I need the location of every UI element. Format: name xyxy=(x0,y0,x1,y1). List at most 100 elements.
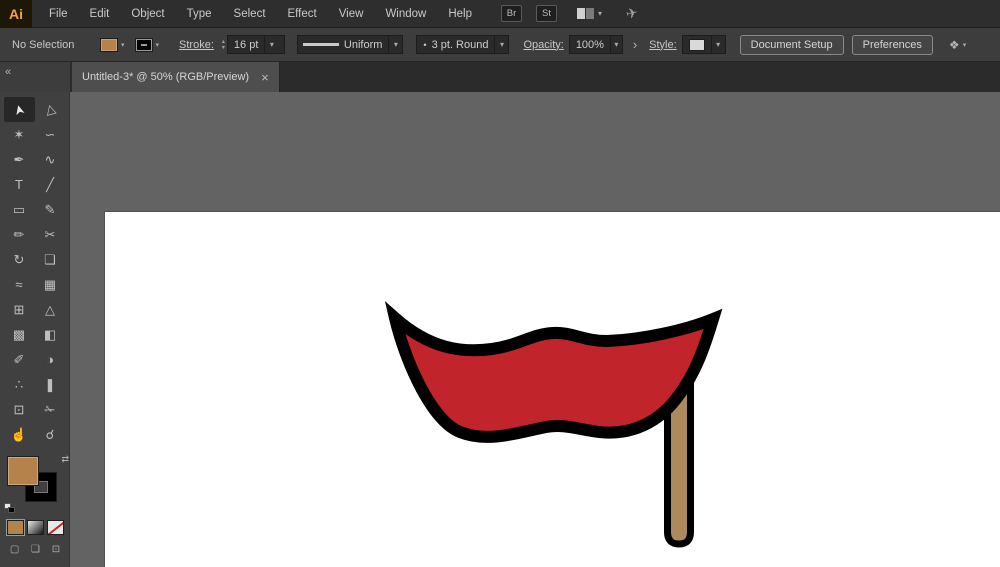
symbol-sprayer-tool[interactable]: ∴ xyxy=(4,372,35,397)
gradient-button[interactable] xyxy=(27,520,44,535)
stroke-weight-value[interactable]: 16 pt xyxy=(228,36,264,53)
document-tab[interactable]: Untitled-3* @ 50% (RGB/Preview) × xyxy=(72,62,280,92)
magic-wand-tool-icon: ✶ xyxy=(14,127,25,143)
stock-button[interactable]: St xyxy=(536,5,557,22)
draw-behind-icon[interactable]: ❏ xyxy=(31,544,40,555)
brush-chevron-icon[interactable]: ▾ xyxy=(494,36,508,53)
menu-type[interactable]: Type xyxy=(176,0,223,28)
pen-tool[interactable]: ✒ xyxy=(4,147,35,172)
stroke-panel-link[interactable]: Stroke: xyxy=(179,39,214,51)
tab-close-icon[interactable]: × xyxy=(261,70,269,85)
recolor-chevron-icon[interactable]: ▾ xyxy=(963,41,967,49)
slice-tool[interactable]: ✁ xyxy=(35,397,66,422)
magic-wand-tool[interactable]: ✶ xyxy=(4,122,35,147)
scale-tool[interactable]: ❏ xyxy=(35,247,66,272)
paintbrush-tool-icon: ✎ xyxy=(45,202,56,218)
stroke-color-swatch[interactable] xyxy=(135,38,153,52)
recolor-artwork-icon[interactable]: ❖ xyxy=(949,38,960,52)
slice-tool-icon: ✁ xyxy=(45,402,56,418)
style-chevron-icon[interactable]: ▾ xyxy=(711,36,725,53)
fill-chevron-icon[interactable]: ▾ xyxy=(121,41,125,49)
color-mode-buttons xyxy=(7,520,64,535)
canvas-pasteboard[interactable] xyxy=(70,92,1000,567)
line-segment-tool-icon: ╱ xyxy=(46,177,54,193)
style-dropdown[interactable]: ▾ xyxy=(682,35,726,54)
selection-status: No Selection xyxy=(12,39,86,51)
workspace-chevron-icon[interactable]: ▾ xyxy=(598,9,602,18)
menu-effect[interactable]: Effect xyxy=(277,0,328,28)
opacity-chevron-icon[interactable]: ▾ xyxy=(610,36,622,53)
fill-indicator[interactable] xyxy=(7,456,39,486)
stroke-chevron-icon[interactable]: ▾ xyxy=(156,41,160,49)
eyedropper-tool[interactable]: ✐ xyxy=(4,347,35,372)
stroke-color-control[interactable]: ▾ xyxy=(135,38,160,52)
perspective-grid-tool[interactable]: △ xyxy=(35,297,66,322)
brush-definition-dropdown[interactable]: • 3 pt. Round ▾ xyxy=(416,35,509,54)
column-graph-tool[interactable]: ❚ xyxy=(35,372,66,397)
color-button[interactable] xyxy=(7,520,24,535)
menu-file[interactable]: File xyxy=(38,0,79,28)
none-button[interactable] xyxy=(47,520,64,535)
rectangle-tool[interactable]: ▭ xyxy=(4,197,35,222)
swap-fill-stroke-icon[interactable]: ⇄ xyxy=(61,454,69,465)
width-profile-dropdown[interactable]: Uniform ▾ xyxy=(297,35,404,54)
opacity-field[interactable]: 100% ▾ xyxy=(569,35,623,54)
fill-color-control[interactable]: ▾ xyxy=(100,38,125,52)
app-logo: Ai xyxy=(0,0,32,28)
stroke-weight-dropdown-icon[interactable]: ▾ xyxy=(264,36,278,53)
document-setup-button[interactable]: Document Setup xyxy=(740,35,844,55)
artboard-tool[interactable]: ⊡ xyxy=(4,397,35,422)
width-profile-value[interactable]: Uniform xyxy=(344,36,389,53)
zoom-tool[interactable]: ☌ xyxy=(35,422,66,447)
fill-color-swatch[interactable] xyxy=(100,38,118,52)
menu-select[interactable]: Select xyxy=(223,0,277,28)
blend-tool[interactable]: ◑ xyxy=(35,347,66,372)
shaper-tool[interactable]: ✏ xyxy=(4,222,35,247)
direct-selection-tool-icon: ▷ xyxy=(41,103,59,117)
scissors-tool-icon: ✂ xyxy=(45,227,56,243)
free-transform-tool[interactable]: ▦ xyxy=(35,272,66,297)
brush-definition-value[interactable]: 3 pt. Round xyxy=(432,39,489,51)
menu-object[interactable]: Object xyxy=(120,0,175,28)
selection-tool[interactable]: ➤ xyxy=(4,97,35,122)
stroke-weight-stepper[interactable]: ▴ ▾ xyxy=(222,39,225,51)
gradient-tool[interactable]: ◧ xyxy=(35,322,66,347)
shape-builder-tool-icon: ⊞ xyxy=(14,302,25,318)
mesh-tool-icon: ▩ xyxy=(13,327,25,343)
scissors-tool[interactable]: ✂ xyxy=(35,222,66,247)
paintbrush-tool[interactable]: ✎ xyxy=(35,197,66,222)
width-tool[interactable]: ≈ xyxy=(4,272,35,297)
draw-normal-icon[interactable]: ▢ xyxy=(10,544,19,555)
share-icon[interactable]: ✈ xyxy=(624,4,639,23)
draw-inside-icon[interactable]: ⊡ xyxy=(52,544,60,555)
mesh-tool[interactable]: ▩ xyxy=(4,322,35,347)
menu-help[interactable]: Help xyxy=(437,0,483,28)
workspace-switcher-icon[interactable] xyxy=(577,8,594,19)
type-tool[interactable]: T xyxy=(4,172,35,197)
rectangle-tool-icon: ▭ xyxy=(13,202,25,218)
direct-selection-tool[interactable]: ▷ xyxy=(35,97,66,122)
line-segment-tool[interactable]: ╱ xyxy=(35,172,66,197)
opacity-value[interactable]: 100% xyxy=(570,36,610,53)
opacity-more-chevron[interactable]: › xyxy=(633,37,637,52)
opacity-panel-link[interactable]: Opacity: xyxy=(523,39,563,51)
panel-collapse-button[interactable]: « xyxy=(5,66,11,78)
width-profile-chevron-icon[interactable]: ▾ xyxy=(388,36,402,53)
selection-tool-icon: ➤ xyxy=(10,102,28,117)
shape-builder-tool[interactable]: ⊞ xyxy=(4,297,35,322)
menu-edit[interactable]: Edit xyxy=(79,0,121,28)
rotate-tool[interactable]: ↻ xyxy=(4,247,35,272)
menu-window[interactable]: Window xyxy=(374,0,437,28)
menu-view[interactable]: View xyxy=(328,0,375,28)
style-panel-link[interactable]: Style: xyxy=(649,39,677,51)
bridge-button[interactable]: Br xyxy=(501,5,522,22)
stroke-weight-field[interactable]: 16 pt ▾ xyxy=(227,35,285,54)
stepper-down-icon[interactable]: ▾ xyxy=(222,45,225,51)
type-tool-icon: T xyxy=(15,177,23,192)
document-artwork xyxy=(70,92,1000,567)
default-fill-stroke-icon[interactable] xyxy=(4,503,16,514)
lasso-tool[interactable]: ∽ xyxy=(35,122,66,147)
curvature-tool[interactable]: ∿ xyxy=(35,147,66,172)
hand-tool[interactable]: ☝ xyxy=(4,422,35,447)
preferences-button[interactable]: Preferences xyxy=(852,35,933,55)
